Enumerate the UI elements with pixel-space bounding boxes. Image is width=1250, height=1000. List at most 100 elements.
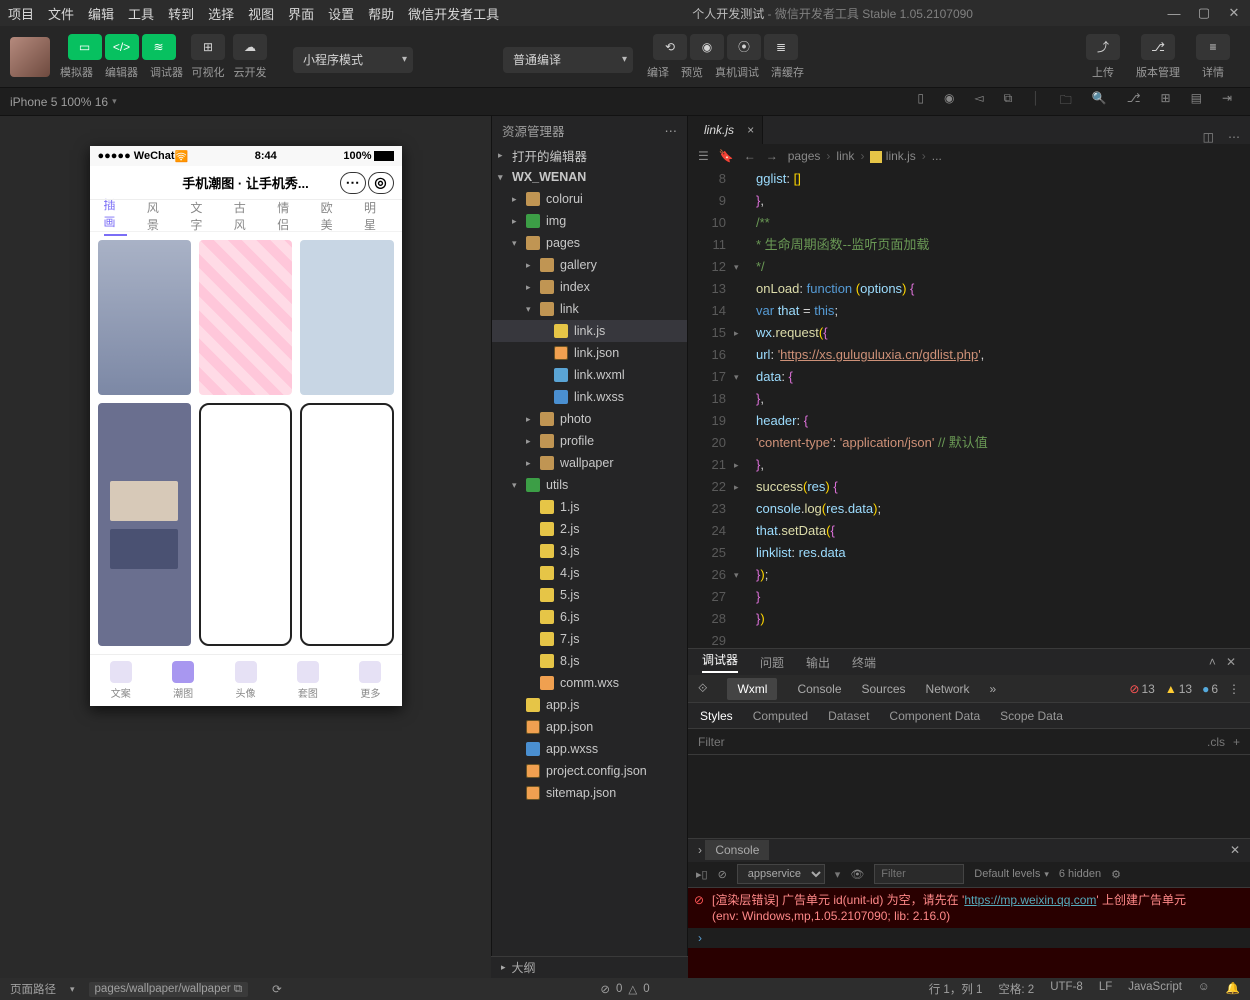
file-utils[interactable]: ▾utils (492, 474, 687, 496)
simulator-toggle[interactable]: ▭ (68, 34, 102, 60)
sim-wallpaper-grid[interactable] (90, 232, 402, 654)
menu-视图[interactable]: 视图 (248, 4, 274, 23)
menu-选择[interactable]: 选择 (208, 4, 234, 23)
hidden-count[interactable]: 6 hidden (1059, 868, 1101, 880)
file-4.js[interactable]: 4.js (492, 562, 687, 584)
console-close-icon[interactable]: ✕ (1230, 843, 1240, 857)
compile-select[interactable]: 普通编译 (503, 47, 633, 73)
editor-toggle[interactable]: </> (105, 34, 139, 60)
sources-tab[interactable]: Sources (862, 682, 906, 696)
editor-more-icon[interactable]: ⋯ (1228, 130, 1240, 144)
console-toggle-icon[interactable]: › (698, 843, 702, 857)
menu-项目[interactable]: 项目 (8, 4, 34, 23)
file-link.wxml[interactable]: link.wxml (492, 364, 687, 386)
indent-info[interactable]: 空格: 2 (998, 981, 1034, 997)
eye-icon[interactable]: 👁 (850, 868, 864, 881)
file-6.js[interactable]: 6.js (492, 606, 687, 628)
encoding[interactable]: UTF-8 (1050, 981, 1083, 997)
file-7.js[interactable]: 7.js (492, 628, 687, 650)
context-select[interactable]: appservice (737, 864, 825, 884)
code-editor[interactable]: 8910111213141516171819202122232425262728… (688, 168, 1250, 648)
file-photo[interactable]: ▸photo (492, 408, 687, 430)
debugger-toggle[interactable]: ≋ (142, 34, 176, 60)
bell-icon[interactable]: 🔔 (1226, 981, 1240, 997)
outline-icon[interactable]: ▤ (1191, 91, 1202, 112)
file-colorui[interactable]: ▸colorui (492, 188, 687, 210)
bookmark-icon[interactable]: 🔖 (719, 149, 734, 163)
extensions-icon[interactable]: ⊞ (1161, 91, 1171, 112)
page-path[interactable]: pages/wallpaper/wallpaper ⧉ (89, 982, 249, 997)
file-profile[interactable]: ▸profile (492, 430, 687, 452)
explorer-more-icon[interactable]: ⋯ (665, 123, 678, 138)
preview-button[interactable]: ◉ (690, 34, 724, 60)
project-root[interactable]: ▾WX_WENAN (492, 166, 687, 188)
file-pages[interactable]: ▾pages (492, 232, 687, 254)
file-app.js[interactable]: app.js (492, 694, 687, 716)
console-filter[interactable] (874, 864, 964, 884)
upload-button[interactable]: ⤴ (1086, 34, 1120, 60)
console-tab[interactable]: Console (797, 682, 841, 696)
debugger-tab[interactable]: 调试器 (702, 651, 738, 673)
maximize-button[interactable]: ▢ (1196, 5, 1212, 21)
mute-icon[interactable]: ◅ (974, 91, 983, 112)
file-link.wxss[interactable]: link.wxss (492, 386, 687, 408)
compile-button[interactable]: ⟲ (653, 34, 687, 60)
file-index[interactable]: ▸index (492, 276, 687, 298)
version-button[interactable]: ⎇ (1141, 34, 1175, 60)
file-5.js[interactable]: 5.js (492, 584, 687, 606)
visual-button[interactable]: ⊞ (191, 34, 225, 60)
close-capsule[interactable]: ◎ (368, 172, 394, 194)
file-sitemap.json[interactable]: sitemap.json (492, 782, 687, 804)
sim-category-tabs[interactable]: 插画风景文字古风情侣欧美明星 (90, 200, 402, 232)
terminal-tab[interactable]: 终端 (852, 654, 876, 671)
menu-转到[interactable]: 转到 (168, 4, 194, 23)
devtool-more-icon[interactable]: » (990, 682, 997, 696)
sim-tab-bar[interactable]: 文案潮图头像套图更多 (90, 654, 402, 706)
feedback-icon[interactable]: ☺ (1198, 981, 1210, 997)
outline-section[interactable]: ▸大纲 (491, 956, 688, 978)
eol[interactable]: LF (1099, 981, 1112, 997)
menu-工具[interactable]: 工具 (128, 4, 154, 23)
styles-tab[interactable]: Styles (700, 709, 733, 723)
console-drawer-tab[interactable]: Console (705, 840, 769, 860)
output-tab[interactable]: 输出 (806, 654, 830, 671)
open-editors-section[interactable]: ▸打开的编辑器 (492, 144, 687, 166)
remote-debug-button[interactable]: ⦿ (727, 34, 761, 60)
file-app.wxss[interactable]: app.wxss (492, 738, 687, 760)
menu-微信开发者工具[interactable]: 微信开发者工具 (408, 4, 499, 23)
cloud-button[interactable]: ☁ (233, 34, 267, 60)
clear-console-icon[interactable]: ⊘ (718, 868, 727, 881)
split-editor-icon[interactable]: ◫ (1203, 130, 1214, 144)
file-wallpaper[interactable]: ▸wallpaper (492, 452, 687, 474)
network-tab[interactable]: Network (926, 682, 970, 696)
file-app.json[interactable]: app.json (492, 716, 687, 738)
panel-close-icon[interactable]: ✕ (1226, 655, 1236, 669)
avatar[interactable] (10, 37, 50, 77)
devtool-settings-icon[interactable]: ⋮ (1228, 682, 1240, 696)
log-levels[interactable]: Default levels▾ (974, 868, 1049, 880)
file-2.js[interactable]: 2.js (492, 518, 687, 540)
panel-toggle-icon[interactable]: ˄ (1209, 655, 1216, 669)
add-style-icon[interactable]: + (1233, 735, 1240, 749)
menu-capsule[interactable]: ⋯ (340, 172, 366, 194)
back-icon[interactable]: ← (744, 149, 756, 163)
clear-cache-button[interactable]: ≣ (764, 34, 798, 60)
file-link.json[interactable]: link.json (492, 342, 687, 364)
problems-tab[interactable]: 问题 (760, 654, 784, 671)
record-icon[interactable]: ◉ (944, 91, 954, 112)
mode-select[interactable]: 小程序模式 (293, 47, 413, 73)
search-icon[interactable]: 🔍 (1092, 91, 1107, 112)
file-img[interactable]: ▸img (492, 210, 687, 232)
menu-设置[interactable]: 设置 (328, 4, 354, 23)
minimize-button[interactable]: — (1166, 5, 1182, 21)
inspect-icon[interactable]: ⟐ (698, 681, 707, 696)
file-3.js[interactable]: 3.js (492, 540, 687, 562)
refresh-icon[interactable]: ⟳ (272, 982, 282, 996)
file-link.js[interactable]: link.js (492, 320, 687, 342)
close-button[interactable]: ✕ (1226, 5, 1242, 21)
menu-文件[interactable]: 文件 (48, 4, 74, 23)
menu-帮助[interactable]: 帮助 (368, 4, 394, 23)
file-project.config.json[interactable]: project.config.json (492, 760, 687, 782)
file-8.js[interactable]: 8.js (492, 650, 687, 672)
menu-界面[interactable]: 界面 (288, 4, 314, 23)
